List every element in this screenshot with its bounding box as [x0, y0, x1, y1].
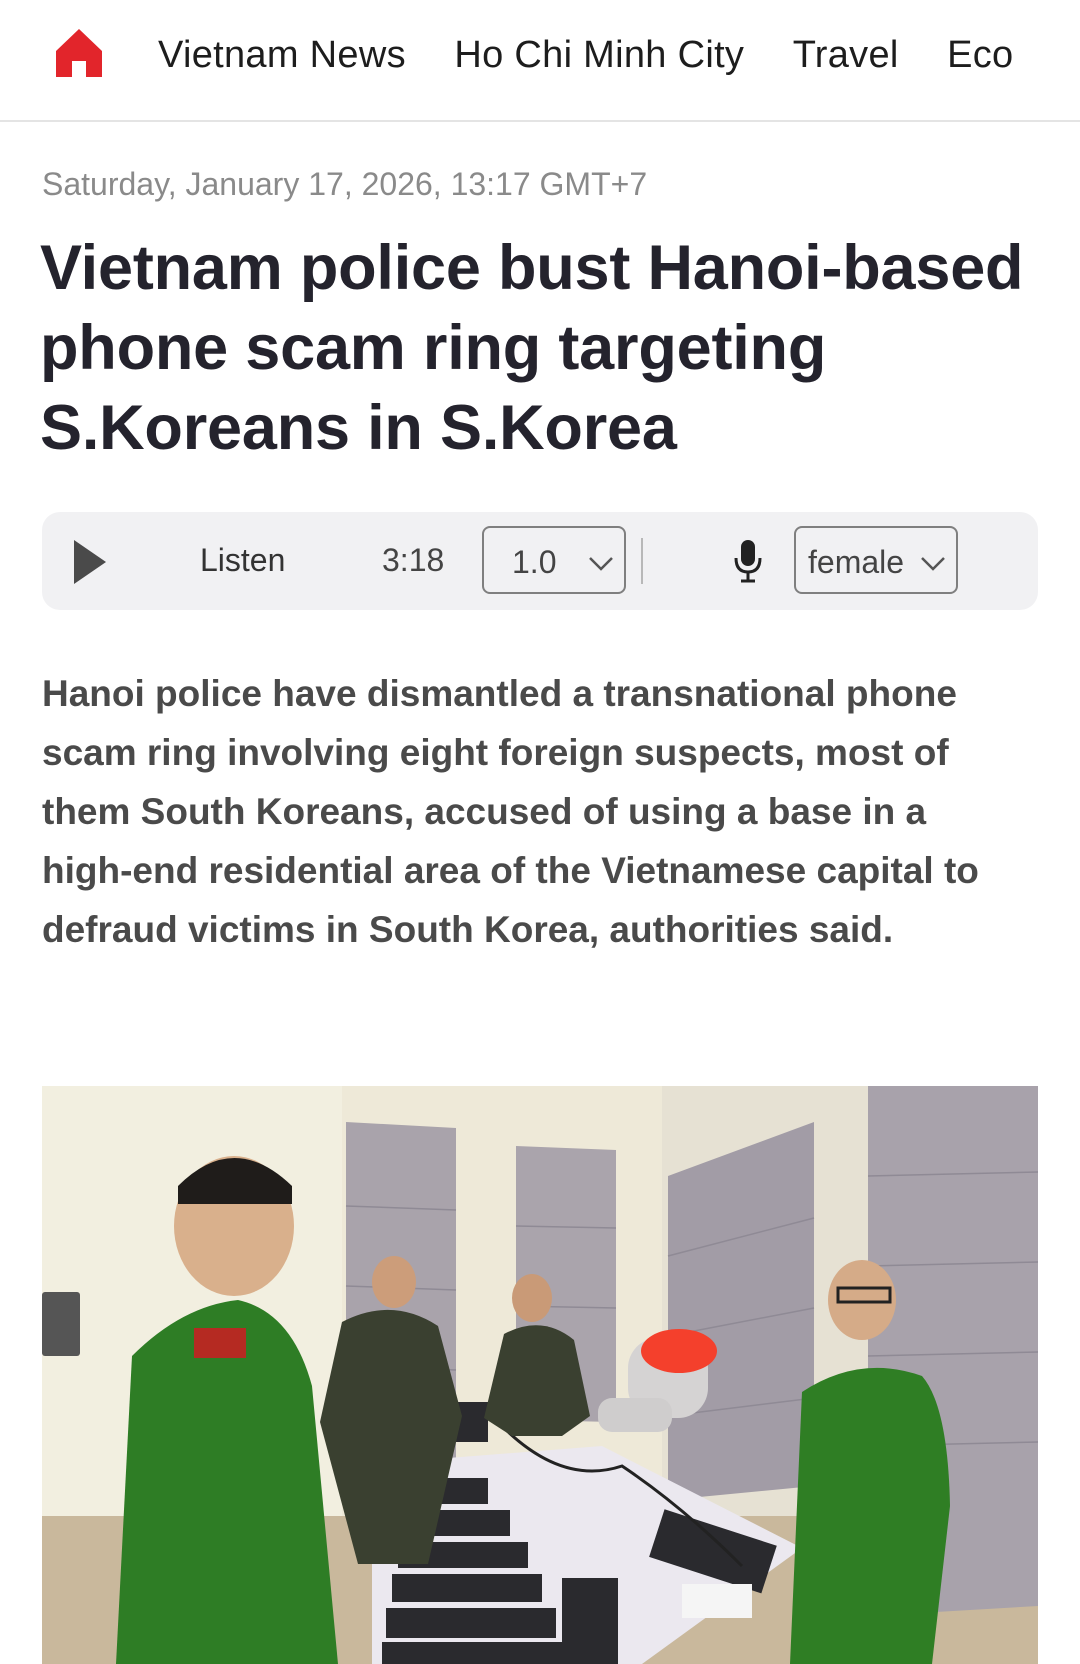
- nav-item-economy[interactable]: Eco: [947, 34, 1013, 77]
- playback-speed-select[interactable]: 1.0: [482, 526, 626, 594]
- chevron-down-icon: [921, 557, 945, 571]
- police-raid-photo: [42, 1086, 1038, 1664]
- player-divider: [641, 538, 643, 584]
- article-headline: Vietnam police bust Hanoi-based phone sc…: [40, 233, 1024, 463]
- article-dateline: Saturday, January 17, 2026, 13:17 GMT+7: [42, 166, 648, 202]
- voice-select[interactable]: female: [794, 526, 958, 594]
- nav-menu: Vietnam News Ho Chi Minh City Travel Eco: [158, 34, 1058, 77]
- audio-player: Listen 3:18 1.0 female: [42, 512, 1038, 610]
- article-photo[interactable]: [42, 1086, 1038, 1664]
- nav-item-travel[interactable]: Travel: [793, 34, 899, 77]
- chevron-down-icon: [589, 557, 613, 571]
- nav-item-ho-chi-minh-city[interactable]: Ho Chi Minh City: [454, 34, 744, 77]
- audio-duration: 3:18: [382, 542, 445, 578]
- listen-label[interactable]: Listen: [200, 542, 285, 579]
- top-navigation: Vietnam News Ho Chi Minh City Travel Eco: [0, 0, 1080, 122]
- play-icon[interactable]: [70, 536, 110, 588]
- nav-item-vietnam-news[interactable]: Vietnam News: [158, 34, 406, 77]
- microphone-icon: [734, 540, 762, 583]
- article-lede: Hanoi police have dismantled a transnati…: [42, 673, 979, 950]
- voice-value: female: [808, 544, 905, 580]
- playback-speed-value: 1.0: [512, 544, 557, 580]
- home-icon[interactable]: [54, 27, 104, 79]
